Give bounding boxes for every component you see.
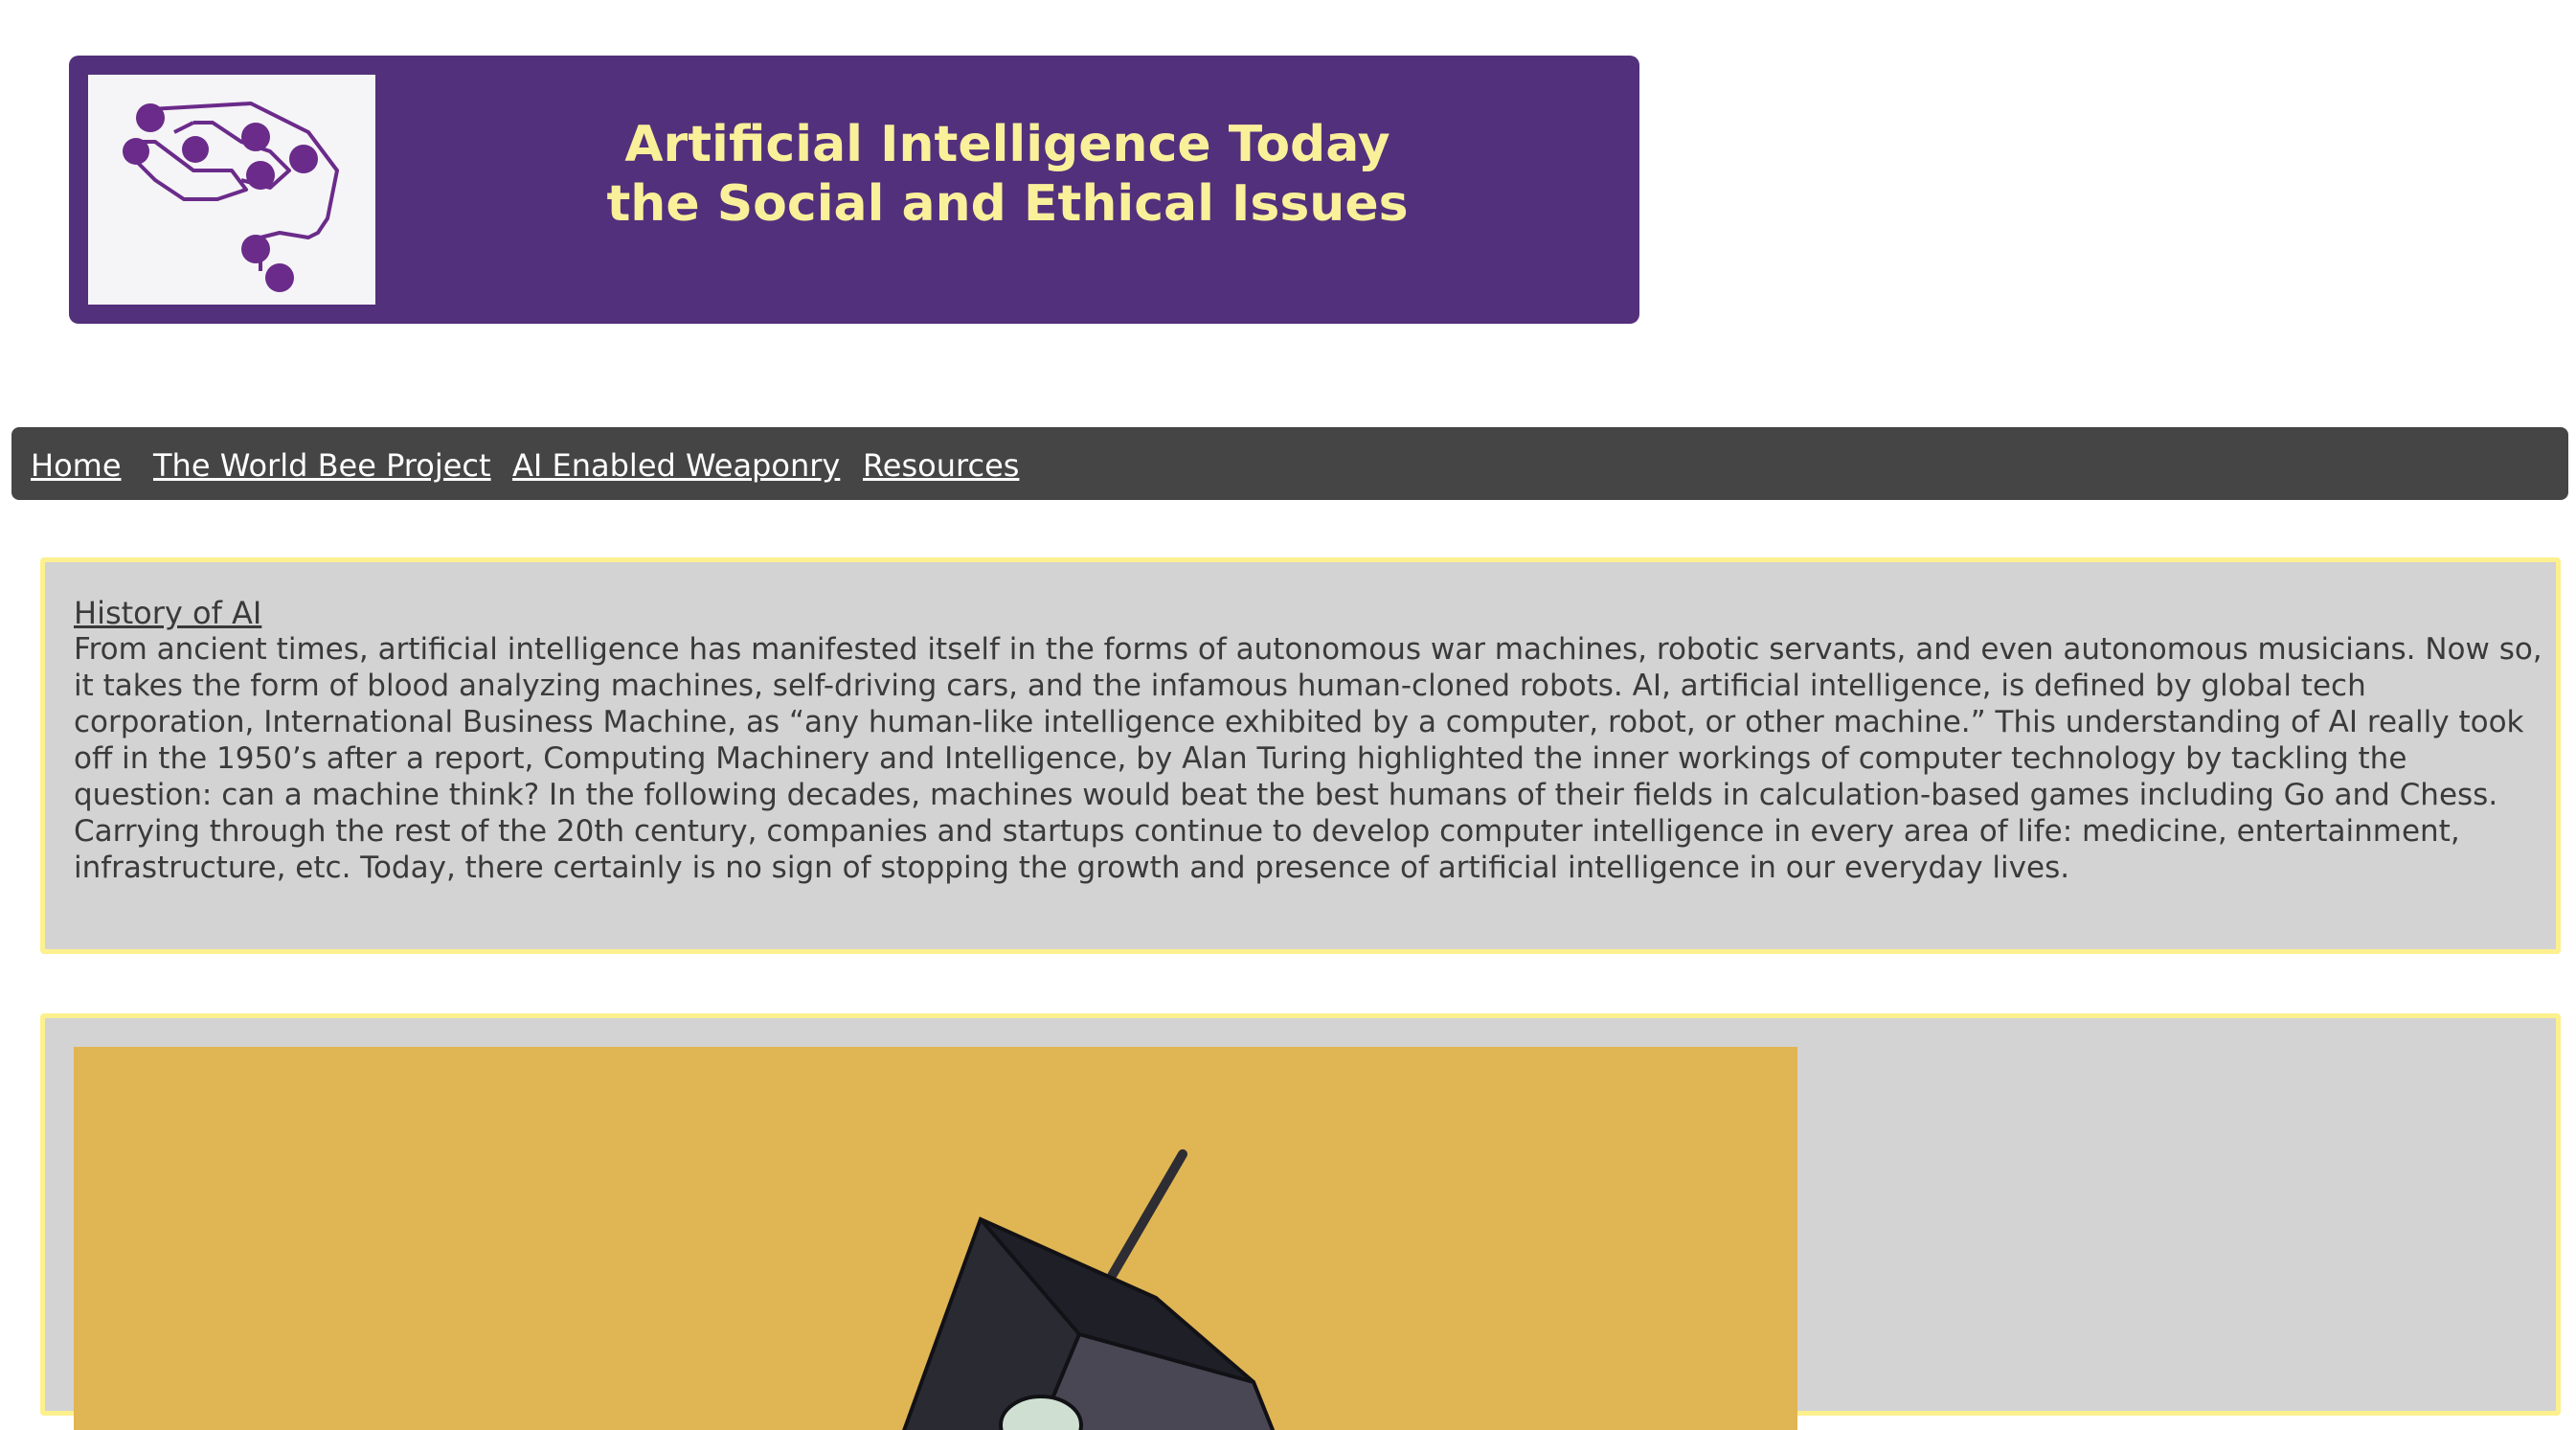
nav-item-home[interactable]: Home — [31, 446, 122, 485]
site-banner: Artificial Intelligence Today the Social… — [69, 56, 1639, 324]
history-body: From ancient times, artificial intellige… — [74, 632, 2542, 885]
robot-illustration — [74, 1047, 1797, 1430]
history-heading: History of AI — [74, 595, 262, 631]
nav-item-ai-enabled-weaponry[interactable]: AI Enabled Weaponry — [512, 446, 840, 485]
robot-head-illustration — [902, 1149, 1276, 1430]
nav-item-resources[interactable]: Resources — [863, 446, 1019, 485]
history-section: History of AI From ancient times, artifi… — [40, 557, 2561, 954]
title-line-2: the Social and Ethical Issues — [606, 175, 1409, 233]
logo — [88, 75, 375, 305]
image-section — [40, 1013, 2561, 1430]
main-nav: Home The World Bee Project AI Enabled We… — [11, 427, 2568, 500]
nav-item-world-bee-project[interactable]: The World Bee Project — [153, 446, 491, 485]
brain-circuit-icon — [123, 102, 339, 292]
title-line-1: Artificial Intelligence Today — [624, 116, 1390, 173]
site-title: Artificial Intelligence Today the Social… — [395, 115, 1620, 234]
